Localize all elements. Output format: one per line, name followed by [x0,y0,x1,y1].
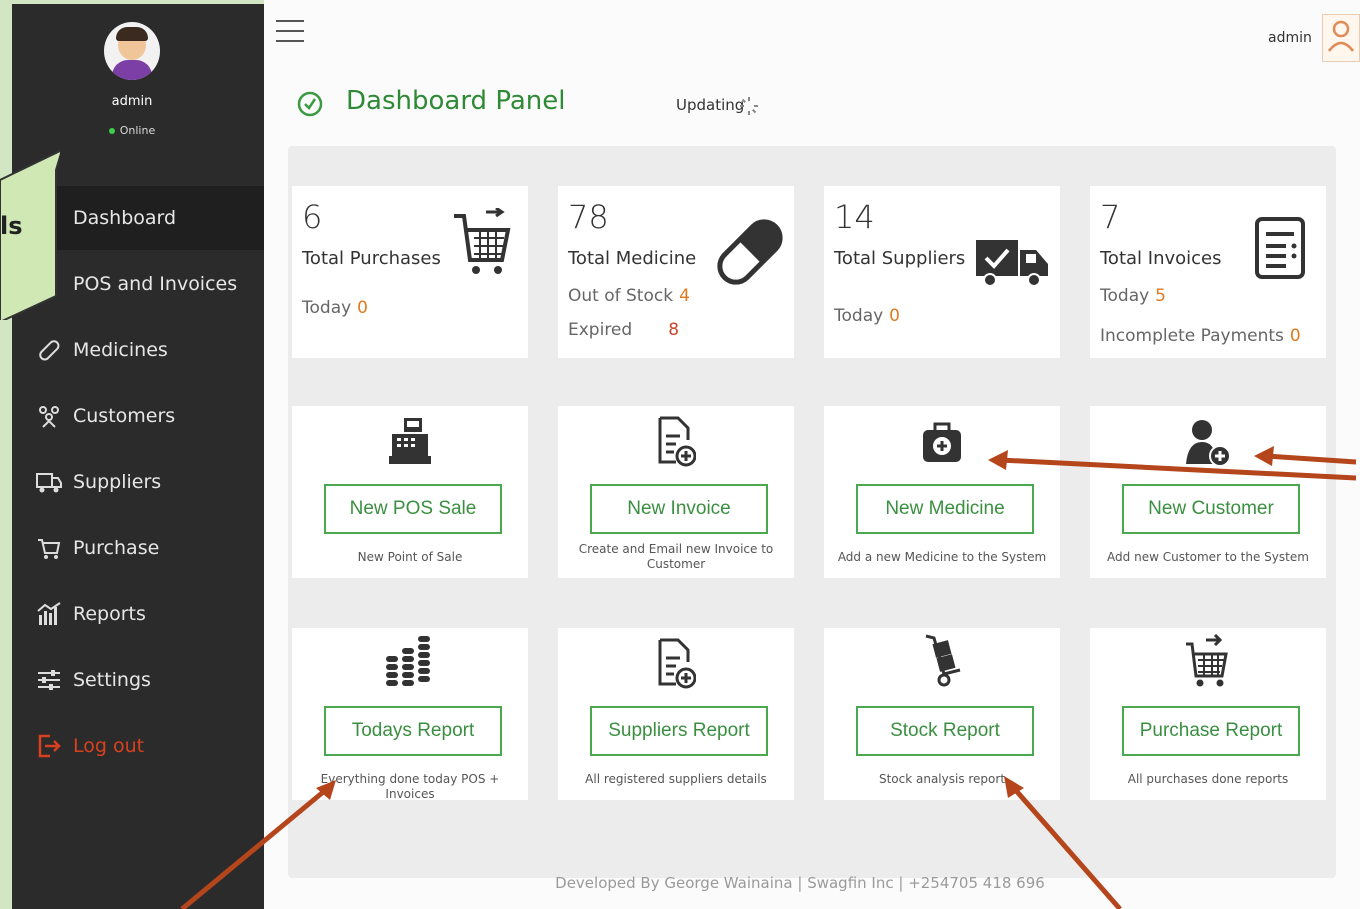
sliders-icon [34,665,64,695]
sidebar-item-purchase[interactable]: Purchase [12,516,264,580]
updating-label: Updating [676,96,745,114]
sidebar-item-label: Purchase [73,537,160,559]
tile-stock-report: Stock Report Stock analysis report [824,628,1060,800]
stat-card-invoices[interactable]: 7 Total Invoices Today 5 Incomplete Payme… [1090,186,1326,358]
stat-label: Total Invoices [1100,248,1222,269]
sidebar-item-label: Suppliers [73,471,162,493]
avatar [104,22,160,80]
cash-register-icon [389,418,431,464]
new-medicine-button[interactable]: New Medicine [856,484,1034,534]
invoice-icon [1255,217,1305,279]
pill-icon [717,219,783,285]
tile-description: Create and Email new Invoice to Customer [578,542,774,571]
sidebar-item-settings[interactable]: Settings [12,648,264,712]
tile-new-invoice: New Invoice Create and Email new Invoice… [558,406,794,578]
stat-value: 7 [1100,198,1121,236]
truck-icon [34,467,64,497]
clock-check-icon [297,91,323,117]
top-username[interactable]: admin [1268,30,1312,46]
add-document-icon [658,638,696,689]
user-avatar-icon[interactable] [1322,14,1360,62]
stat-value: 6 [302,198,323,236]
purchase-report-button[interactable]: Purchase Report [1122,706,1300,756]
stat-label: Total Purchases [302,248,441,269]
sidebar-username: admin [111,94,153,109]
stat-expired: Expired 8 [568,320,680,340]
stat-today: Today 5 [1100,286,1166,306]
medical-kit-icon [923,422,961,462]
sidebar-item-label: Medicines [73,339,168,361]
stat-value: 14 [834,198,875,236]
tile-description: Stock analysis report [878,772,1006,786]
stat-label: Total Medicine [568,248,697,269]
stat-today: Today 0 [834,306,900,326]
pill-icon [34,335,64,365]
stat-value: 78 [568,198,609,236]
sidebar-item-customers[interactable]: Customers [12,384,264,448]
cart-icon [34,533,64,563]
add-user-icon [1186,420,1231,466]
sidebar-item-label: Log out [73,735,145,757]
new-customer-button[interactable]: New Customer [1122,484,1300,534]
tile-description: Add a new Medicine to the System [837,550,1047,564]
tile-purchase-report: Purchase Report All purchases done repor… [1090,628,1326,800]
stat-today: Today 0 [302,298,368,318]
status-label: Online [119,124,156,137]
sidebar-item-logout[interactable]: Log out [12,714,264,778]
stat-card-suppliers[interactable]: 14 Total Suppliers Today 0 [824,186,1060,358]
new-pos-sale-button[interactable]: New POS Sale [324,484,502,534]
tile-new-medicine: New Medicine Add a new Medicine to the S… [824,406,1060,578]
tile-new-pos-sale: New POS Sale New Point of Sale [292,406,528,578]
tile-description: Add new Customer to the System [1107,550,1309,564]
sidebar-item-label: Customers [73,405,176,427]
add-document-icon [658,416,696,467]
coins-icon [386,636,430,686]
customers-icon [34,401,64,431]
tile-todays-report: Todays Report Everything done today POS … [292,628,528,801]
sidebar-item-suppliers[interactable]: Suppliers [12,450,264,514]
online-status: Online [80,124,184,137]
sidebar-item-reports[interactable]: Reports [12,582,264,646]
stock-report-button[interactable]: Stock Report [856,706,1034,756]
stat-card-purchases[interactable]: 6 Total Purchases Today 0 [292,186,528,358]
tile-suppliers-report: Suppliers Report All registered supplier… [558,628,794,800]
suppliers-report-button[interactable]: Suppliers Report [590,706,768,756]
sidebar-item-label: Settings [73,669,151,691]
new-invoice-button[interactable]: New Invoice [590,484,768,534]
tile-description: Everything done today POS + Invoices [320,772,500,801]
stat-incomplete-payments: Incomplete Payments 0 [1100,326,1301,346]
tile-new-customer: New Customer Add new Customer to the Sys… [1090,406,1326,578]
stat-label: Total Suppliers [834,248,966,269]
sidebar-item-label: POS and Invoices [73,273,238,295]
truck-check-icon [976,240,1048,287]
page-title: Dashboard Panel [346,86,566,116]
chart-icon [34,599,64,629]
tile-description: All registered suppliers details [585,772,767,786]
sidebar-item-label: Dashboard [73,207,177,229]
hand-truck-icon [925,634,961,687]
stat-out-of-stock: Out of Stock 4 [568,286,690,306]
cart-icon [1186,633,1228,687]
tile-description: New Point of Sale [357,550,463,564]
hamburger-menu-icon[interactable] [276,20,304,44]
todays-report-button[interactable]: Todays Report [324,706,502,756]
stat-card-medicine[interactable]: 78 Total Medicine Out of Stock 4 Expired 8 [558,186,794,358]
cart-arrow-icon [454,208,511,274]
callout-text: ls [0,212,23,240]
tile-description: All purchases done reports [1127,772,1289,786]
status-dot-icon [108,128,115,134]
sidebar-item-medicines[interactable]: Medicines [12,318,264,382]
sidebar-item-label: Reports [73,603,146,625]
logout-icon [34,731,64,761]
footer-credit: Developed By George Wainaina | Swagfin I… [555,874,1045,892]
spinner-icon [740,97,758,115]
